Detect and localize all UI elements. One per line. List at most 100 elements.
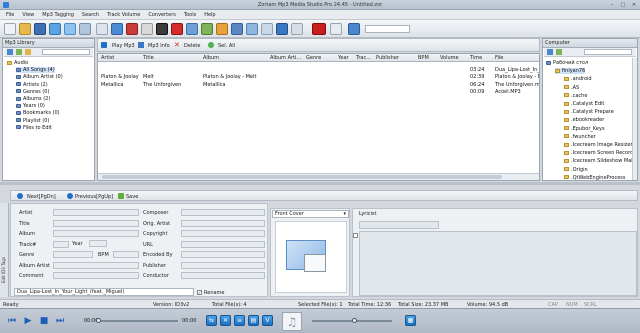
folder-item[interactable]: Рабочий стол [546, 60, 588, 66]
equalizer-icon[interactable]: ≡ [234, 315, 245, 326]
column-header[interactable]: Artist [101, 55, 114, 61]
previous-track-icon[interactable]: ⏮ [6, 315, 18, 327]
cover-art-icon[interactable] [111, 23, 123, 35]
library-item[interactable]: All Songs (4) [16, 67, 55, 74]
seek-thumb[interactable] [96, 318, 101, 323]
library-item[interactable]: Years (0) [16, 103, 45, 109]
menu-file[interactable]: File [6, 12, 14, 18]
track-list-scrollbar[interactable] [98, 173, 539, 180]
table-row[interactable]: Platon & Joolay Melt Platon & Joolay - Mel… [98, 73, 539, 80]
lyrics-icon[interactable] [141, 23, 153, 35]
menu-converters[interactable]: Converters [148, 12, 176, 18]
tag-field[interactable] [181, 261, 265, 269]
folder-item[interactable]: .ebookreader [564, 117, 604, 123]
tag-field[interactable] [53, 261, 139, 269]
dropdown-icon[interactable] [330, 23, 342, 35]
library-item[interactable]: Bookmarks (0) [16, 110, 60, 116]
library-back-icon[interactable] [7, 49, 13, 55]
library-item[interactable]: Artists (2) [16, 82, 48, 88]
library-item[interactable]: Genres (0) [16, 89, 49, 95]
mp3-icon[interactable] [291, 23, 303, 35]
tag-field[interactable] [181, 272, 265, 279]
computer-up-icon[interactable] [547, 49, 553, 55]
settings-icon[interactable] [348, 23, 360, 35]
folder-item[interactable]: .android [564, 76, 592, 82]
stop-icon[interactable]: ■ [38, 315, 50, 327]
lyricist-field[interactable] [359, 221, 439, 229]
computer-path-input[interactable] [584, 49, 632, 55]
cover-type-select[interactable]: Front Cover ▾ [272, 210, 349, 218]
print-icon[interactable] [261, 23, 273, 35]
lyrics-textarea[interactable] [359, 231, 637, 296]
column-header[interactable]: Publisher [376, 55, 399, 61]
folder-item[interactable]: .Icecream Slideshow Make [564, 158, 637, 164]
open-folder-icon[interactable] [19, 23, 31, 35]
auto-tag-icon[interactable] [126, 23, 138, 35]
column-header[interactable]: Album Arti... [270, 55, 301, 61]
tag-field[interactable] [181, 230, 265, 237]
previous-button[interactable]: Previous[PgUp] [75, 194, 113, 200]
delete-button[interactable]: Delete [184, 43, 200, 49]
volume-icon[interactable] [216, 23, 228, 35]
menu-help[interactable]: Help [204, 12, 215, 18]
rename-checkbox[interactable]: ✓ [197, 290, 202, 295]
tag-field[interactable] [181, 219, 265, 227]
mp3-info-button[interactable]: Mp3 Info [148, 43, 170, 49]
select-all-button[interactable]: Sel. All [218, 43, 235, 49]
converter-icon[interactable] [231, 23, 243, 35]
tag-field[interactable] [53, 219, 139, 227]
rename-icon[interactable] [186, 23, 198, 35]
menu-search[interactable]: Search [82, 12, 99, 18]
library-item[interactable]: Audio [7, 60, 28, 66]
zoom-icon[interactable] [79, 23, 91, 35]
mp3-badge-icon[interactable] [312, 23, 326, 35]
playlist-view-icon[interactable]: ▤ [248, 315, 259, 326]
computer-scrollbar[interactable] [632, 58, 637, 180]
tag-field[interactable] [181, 209, 265, 216]
youtube-icon[interactable] [171, 23, 183, 35]
seek-slider[interactable] [98, 320, 178, 322]
library-refresh-icon[interactable] [16, 49, 22, 55]
column-header[interactable]: Year [338, 55, 349, 61]
menu-tools[interactable]: Tools [184, 12, 196, 18]
folder-item[interactable]: .Origin [564, 167, 588, 173]
new-icon[interactable] [4, 23, 16, 35]
library-folder-icon[interactable] [25, 49, 31, 55]
column-header[interactable]: Album [203, 55, 219, 61]
column-header[interactable]: File [495, 55, 503, 61]
cd-icon[interactable] [276, 23, 288, 35]
toolbar-search-input[interactable] [365, 25, 410, 33]
shuffle-icon[interactable]: ✕ [220, 315, 231, 326]
column-header[interactable]: Trac... [356, 55, 371, 61]
tag-field[interactable] [53, 240, 69, 248]
tag-field[interactable] [53, 251, 93, 258]
play-pause-icon[interactable]: ▶ [22, 315, 34, 327]
lyrics-checkbox[interactable] [353, 233, 358, 238]
tag-field[interactable] [53, 272, 139, 279]
cover-image[interactable] [275, 221, 347, 293]
tag-field[interactable] [53, 209, 139, 216]
library-item[interactable]: Album Artist (0) [16, 74, 63, 80]
folder-item[interactable]: .AS [564, 85, 579, 91]
folder-item[interactable]: .Catalyst Edit [564, 101, 604, 107]
menu-track-volume[interactable]: Track Volume [107, 12, 140, 18]
column-header[interactable]: Time [470, 55, 482, 61]
year-field[interactable] [89, 240, 107, 247]
folder-item[interactable]: .Epubor_Keys [564, 126, 605, 132]
folder-item[interactable]: .QtWebEngineProcess [564, 175, 626, 180]
table-row[interactable]: 00:09 Ácóél.MP3 [98, 88, 539, 95]
play-mp3-button[interactable]: Play Mp3 [112, 43, 135, 49]
column-header[interactable]: Genre [306, 55, 321, 61]
volume-mode-icon[interactable]: V [262, 315, 273, 326]
table-row[interactable]: 03:24 Dua_Lipa-Lost_In_Y... [98, 66, 539, 73]
menu-view[interactable]: View [22, 12, 34, 18]
library-filter-input[interactable] [42, 49, 90, 55]
folder-item[interactable]: .Icecream Screen Recorde [564, 150, 636, 156]
panel-splitter[interactable] [0, 182, 640, 185]
find-icon[interactable] [64, 23, 76, 35]
minimize-icon[interactable]: – [609, 2, 615, 8]
scrollbar-thumb[interactable] [102, 175, 502, 179]
folder-item[interactable]: .fwuncher [564, 134, 596, 140]
search-icon[interactable] [49, 23, 61, 35]
column-header[interactable]: Volume [440, 55, 459, 61]
